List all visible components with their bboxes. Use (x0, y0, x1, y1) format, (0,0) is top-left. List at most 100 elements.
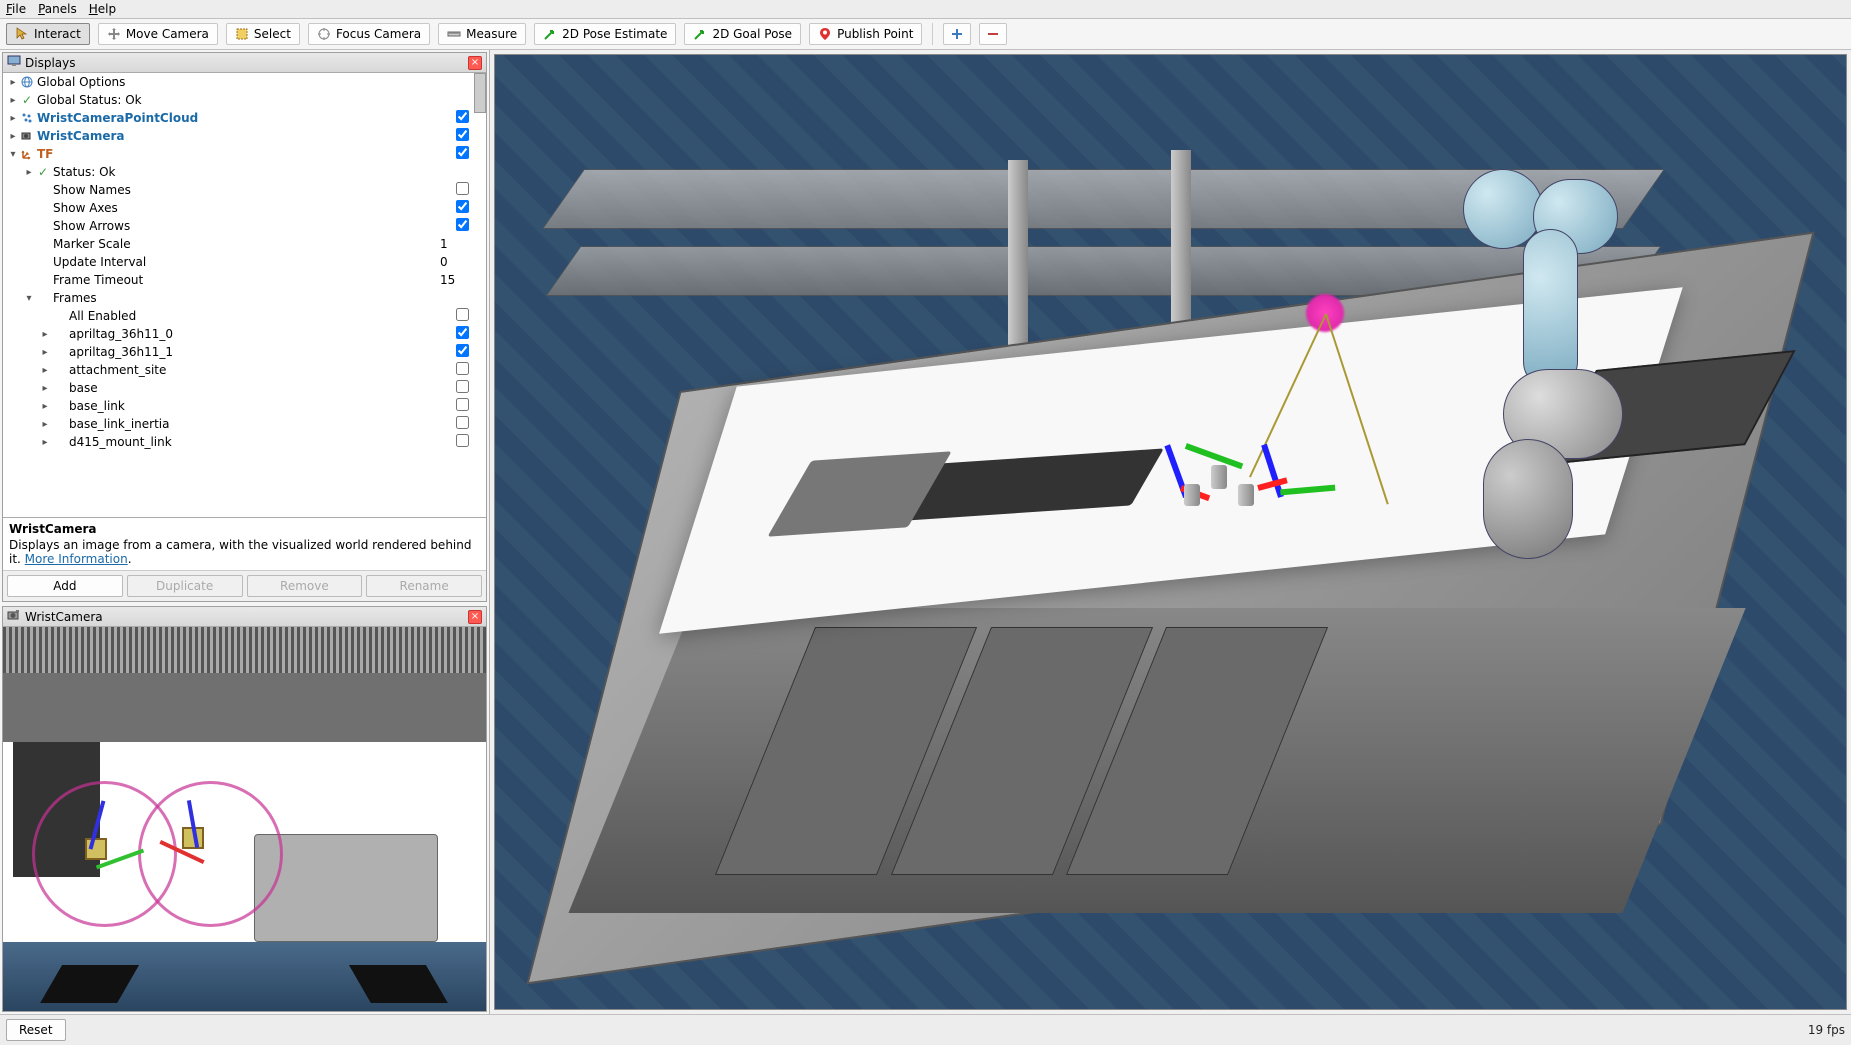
tree-row[interactable]: Update Interval0 (3, 253, 486, 271)
tree-checkbox[interactable] (456, 416, 469, 429)
expand-arrow-icon[interactable]: ▸ (39, 365, 51, 376)
tree-row[interactable]: Frame Timeout15 (3, 271, 486, 289)
ruler-icon (447, 27, 461, 41)
tree-value: 15 (436, 273, 486, 287)
tree-checkbox[interactable] (456, 344, 469, 357)
tree-checkbox[interactable] (456, 308, 469, 321)
tree-row[interactable]: ▸apriltag_36h11_0 (3, 325, 486, 343)
main-area: Displays × ▸Global Options▸✓Global Statu… (0, 50, 1851, 1014)
remove-tool-button[interactable] (979, 23, 1007, 45)
more-info-link[interactable]: More Information (25, 552, 128, 566)
expand-arrow-icon[interactable]: ▸ (23, 167, 35, 178)
move-camera-button[interactable]: Move Camera (98, 23, 218, 45)
add-tool-button[interactable] (943, 23, 971, 45)
tree-label: base_link (67, 399, 456, 413)
menu-panels[interactable]: Panels (38, 2, 77, 16)
tree-value: 0 (436, 255, 486, 269)
tree-row[interactable]: Show Axes (3, 199, 486, 217)
tree-checkbox[interactable] (456, 362, 469, 375)
tree-checkbox[interactable] (456, 182, 469, 195)
close-wrist-camera-button[interactable]: × (468, 610, 482, 624)
tree-checkbox[interactable] (456, 146, 469, 159)
tree-row[interactable]: ▸base_link_inertia (3, 415, 486, 433)
tree-row[interactable]: ▸Global Options (3, 73, 486, 91)
reset-button[interactable]: Reset (6, 1019, 66, 1041)
tree-row[interactable]: Show Names (3, 181, 486, 199)
expand-arrow-icon[interactable]: ▸ (39, 347, 51, 358)
duplicate-button[interactable]: Duplicate (127, 575, 243, 597)
tree-row[interactable]: ▸ WristCameraPointCloud (3, 109, 486, 127)
expand-arrow-icon[interactable]: ▾ (7, 149, 19, 160)
expand-arrow-icon[interactable]: ▸ (39, 383, 51, 394)
tree-checkbox[interactable] (456, 326, 469, 339)
tree-row[interactable]: ▸✓Global Status: Ok (3, 91, 486, 109)
tree-checkbox[interactable] (456, 128, 469, 141)
displays-title: Displays (25, 56, 75, 70)
tree-row[interactable]: ▸✓Status: Ok (3, 163, 486, 181)
tree-row[interactable]: All Enabled (3, 307, 486, 325)
displays-panel: Displays × ▸Global Options▸✓Global Statu… (2, 52, 487, 602)
tree-item-icon (19, 76, 35, 88)
expand-arrow-icon[interactable]: ▸ (39, 419, 51, 430)
publish-point-button[interactable]: Publish Point (809, 23, 922, 45)
tree-row[interactable]: ▸ attachment_site (3, 361, 486, 379)
move-icon (107, 27, 121, 41)
close-displays-button[interactable]: × (468, 56, 482, 70)
scrollbar[interactable] (474, 73, 486, 113)
tree-checkbox[interactable] (456, 434, 469, 447)
select-button[interactable]: Select (226, 23, 300, 45)
tree-row[interactable]: Show Arrows (3, 217, 486, 235)
wrist-camera-view[interactable] (3, 627, 486, 1011)
tree-checkbox[interactable] (456, 110, 469, 123)
menubar: File Panels Help (0, 0, 1851, 19)
expand-arrow-icon[interactable]: ▸ (7, 131, 19, 142)
expand-arrow-icon[interactable]: ▸ (7, 77, 19, 88)
interact-button[interactable]: Interact (6, 23, 90, 45)
tree-row[interactable]: ▸ base (3, 379, 486, 397)
tree-label: WristCameraPointCloud (35, 111, 456, 125)
tree-checkbox[interactable] (456, 398, 469, 411)
tree-label: All Enabled (67, 309, 456, 323)
tree-row[interactable]: ▾TF (3, 145, 486, 163)
expand-arrow-icon[interactable]: ▾ (23, 293, 35, 304)
wrist-camera-header[interactable]: WristCamera × (3, 607, 486, 627)
remove-button[interactable]: Remove (247, 575, 363, 597)
add-button[interactable]: Add (7, 575, 123, 597)
expand-arrow-icon[interactable]: ▸ (7, 113, 19, 124)
tree-row[interactable]: ▸apriltag_36h11_1 (3, 343, 486, 361)
tree-label: d415_mount_link (67, 435, 456, 449)
expand-arrow-icon[interactable]: ▸ (7, 95, 19, 106)
minus-icon (986, 27, 1000, 41)
tree-label: Show Names (51, 183, 456, 197)
tree-checkbox[interactable] (456, 380, 469, 393)
tree-label: base (67, 381, 456, 395)
tree-row[interactable]: Marker Scale1 (3, 235, 486, 253)
tree-row[interactable]: ▸ d415_mount_link (3, 433, 486, 451)
left-column: Displays × ▸Global Options▸✓Global Statu… (0, 50, 490, 1014)
main-3d-view[interactable] (494, 54, 1847, 1010)
tree-label: Frames (51, 291, 486, 305)
tree-label: attachment_site (67, 363, 456, 377)
expand-arrow-icon[interactable]: ▸ (39, 401, 51, 412)
menu-file[interactable]: File (6, 2, 26, 16)
displays-button-row: Add Duplicate Remove Rename (3, 570, 486, 601)
tree-value: 1 (436, 237, 486, 251)
expand-arrow-icon[interactable]: ▸ (39, 437, 51, 448)
tree-label: Global Status: Ok (35, 93, 486, 107)
tree-row[interactable]: ▸ base_link (3, 397, 486, 415)
rename-button[interactable]: Rename (366, 575, 482, 597)
plus-icon (950, 27, 964, 41)
tree-checkbox[interactable] (456, 200, 469, 213)
tree-checkbox[interactable] (456, 218, 469, 231)
focus-camera-button[interactable]: Focus Camera (308, 23, 430, 45)
expand-arrow-icon[interactable]: ▸ (39, 329, 51, 340)
tree-row[interactable]: ▾ Frames (3, 289, 486, 307)
displays-panel-header[interactable]: Displays × (3, 53, 486, 73)
pose-estimate-button[interactable]: 2D Pose Estimate (534, 23, 676, 45)
tree-row[interactable]: ▸WristCamera (3, 127, 486, 145)
description-body: Displays an image from a camera, with th… (9, 538, 480, 566)
displays-tree[interactable]: ▸Global Options▸✓Global Status: Ok▸Wrist… (3, 73, 486, 517)
menu-help[interactable]: Help (89, 2, 116, 16)
goal-pose-button[interactable]: 2D Goal Pose (684, 23, 801, 45)
measure-button[interactable]: Measure (438, 23, 526, 45)
